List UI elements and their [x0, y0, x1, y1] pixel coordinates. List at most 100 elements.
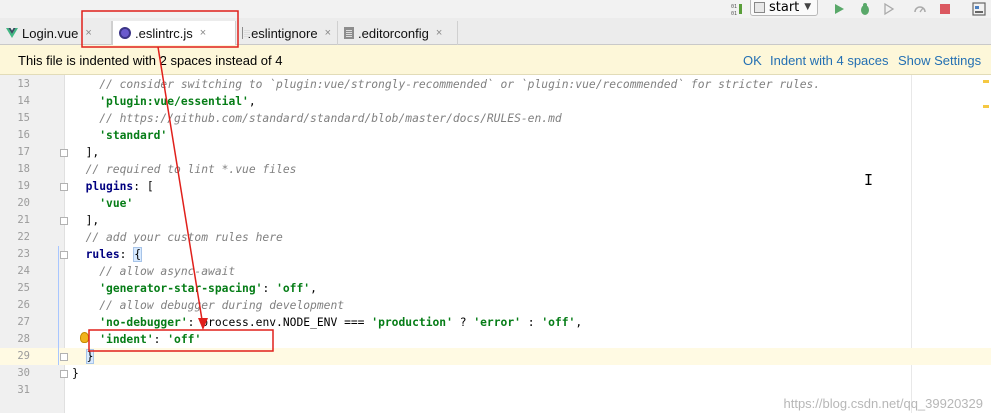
code-line[interactable]: 20 'vue'	[0, 195, 991, 212]
vue-icon	[6, 28, 18, 38]
stop-icon[interactable]	[936, 0, 954, 18]
line-number: 16	[17, 129, 30, 141]
show-settings-link[interactable]: Show Settings	[898, 53, 981, 68]
code-token: :	[153, 333, 168, 346]
code-string: 'standard'	[99, 129, 168, 142]
code-comment: // https://github.com/standard/standard/…	[72, 112, 562, 125]
indent-with-4-spaces-link[interactable]: Indent with 4 spaces	[770, 53, 889, 68]
code-line[interactable]: 22 // add your custom rules here	[0, 229, 991, 246]
code-line[interactable]: 18 // required to lint *.vue files	[0, 161, 991, 178]
code-string: 'off'	[541, 316, 576, 329]
structure-icon[interactable]	[970, 0, 988, 18]
line-number: 19	[17, 180, 30, 192]
code-line[interactable]: 19 plugins: [	[0, 178, 991, 195]
code-text: // consider switching to `plugin:vue/str…	[72, 76, 820, 93]
line-number: 23	[17, 248, 30, 260]
coverage-icon[interactable]	[880, 0, 898, 18]
code-line[interactable]: 14 'plugin:vue/essential',	[0, 93, 991, 110]
code-text: // required to lint *.vue files	[72, 161, 297, 178]
code-line[interactable]: 24 // allow async-await	[0, 263, 991, 280]
debug-icon[interactable]	[855, 0, 875, 18]
line-number: 18	[17, 163, 30, 175]
code-line[interactable]: 27 'no-debugger': process.env.NODE_ENV =…	[0, 314, 991, 331]
code-line[interactable]: 29 }	[0, 348, 991, 365]
watermark-text: https://blog.csdn.net/qq_39920329	[783, 396, 984, 411]
code-text: 'plugin:vue/essential',	[72, 93, 255, 110]
binary-icon[interactable]: 01 01	[728, 0, 746, 18]
tab-label: .eslintrc.js	[135, 25, 193, 41]
code-line[interactable]: 13 // consider switching to `plugin:vue/…	[0, 76, 991, 93]
code-property: plugins	[85, 180, 134, 193]
code-line[interactable]: 17 ],	[0, 144, 991, 161]
code-text: 'standard'	[72, 127, 167, 144]
matched-brace: }	[85, 349, 95, 364]
code-token: : process.env.NODE_ENV ===	[187, 316, 372, 329]
scrollbar-marker[interactable]	[983, 105, 989, 108]
code-line[interactable]: 30}	[0, 365, 991, 382]
notification-message: This file is indented with 2 spaces inst…	[18, 53, 283, 68]
lightbulb-icon[interactable]	[80, 332, 89, 343]
code-token: : [	[133, 180, 154, 193]
editor-tab-bar: Login.vue × .eslintrc.js × .eslintignore…	[0, 18, 991, 45]
code-string: 'vue'	[99, 197, 134, 210]
code-text: }	[72, 365, 79, 382]
code-line[interactable]: 26 // allow debugger during development	[0, 297, 991, 314]
tab-eslintignore[interactable]: .eslintignore ×	[236, 21, 338, 45]
code-text: // add your custom rules here	[72, 229, 283, 246]
code-comment: // allow debugger during development	[72, 299, 345, 312]
code-string: 'error'	[473, 316, 521, 329]
run-configuration-select[interactable]: start ▼	[750, 0, 818, 16]
code-text: // allow async-await	[72, 263, 235, 280]
code-line[interactable]: 16 'standard'	[0, 127, 991, 144]
code-line[interactable]: 28 'indent': 'off'	[0, 331, 991, 348]
code-line[interactable]: 23 rules: {	[0, 246, 991, 263]
close-icon[interactable]: ×	[200, 27, 206, 39]
code-text: ],	[72, 144, 100, 161]
fold-marker-icon[interactable]	[60, 370, 68, 378]
code-token: ,	[310, 282, 317, 295]
run-icon[interactable]	[830, 0, 848, 18]
main-toolbar: 01 01 start ▼	[0, 0, 991, 18]
scope-guide	[58, 246, 59, 263]
file-icon	[242, 27, 254, 39]
line-number: 13	[17, 78, 30, 90]
tab-editorconfig[interactable]: .editorconfig ×	[338, 21, 458, 45]
code-line[interactable]: 25 'generator-star-spacing': 'off',	[0, 280, 991, 297]
code-text: 'vue'	[72, 195, 133, 212]
fold-marker-icon[interactable]	[60, 353, 68, 361]
code-token: :	[262, 282, 277, 295]
notification-ok-link[interactable]: OK	[743, 53, 762, 68]
chevron-down-icon: ▼	[804, 2, 812, 12]
eslint-icon	[119, 27, 131, 39]
fold-marker-icon[interactable]	[60, 217, 68, 225]
code-line[interactable]: 21 ],	[0, 212, 991, 229]
code-token: :	[520, 316, 542, 329]
code-comment: // add your custom rules here	[72, 231, 283, 244]
fold-marker-icon[interactable]	[60, 251, 68, 259]
code-property: rules	[85, 248, 120, 261]
tab-login-vue[interactable]: Login.vue ×	[0, 21, 112, 45]
code-editor[interactable]: 13 // consider switching to `plugin:vue/…	[0, 75, 991, 413]
scrollbar-marker[interactable]	[983, 80, 989, 83]
fold-marker-icon[interactable]	[60, 183, 68, 191]
close-icon[interactable]: ×	[436, 27, 442, 39]
close-icon[interactable]: ×	[85, 27, 91, 39]
line-number: 21	[17, 214, 30, 226]
code-string: 'off'	[276, 282, 311, 295]
code-token: ,	[575, 316, 583, 329]
profile-icon[interactable]	[911, 0, 929, 18]
run-config-label: start	[769, 0, 800, 15]
line-number: 25	[17, 282, 30, 294]
code-line[interactable]: 15 // https://github.com/standard/standa…	[0, 110, 991, 127]
code-string: 'plugin:vue/essential'	[99, 95, 249, 108]
fold-marker-icon[interactable]	[60, 149, 68, 157]
close-icon[interactable]: ×	[325, 27, 331, 39]
scope-guide	[58, 348, 59, 365]
code-text: 'no-debugger': process.env.NODE_ENV === …	[72, 314, 582, 331]
tab-eslintrc-js[interactable]: .eslintrc.js ×	[112, 21, 236, 45]
code-text: 'indent': 'off'	[72, 331, 201, 348]
code-token: ],	[72, 214, 100, 227]
